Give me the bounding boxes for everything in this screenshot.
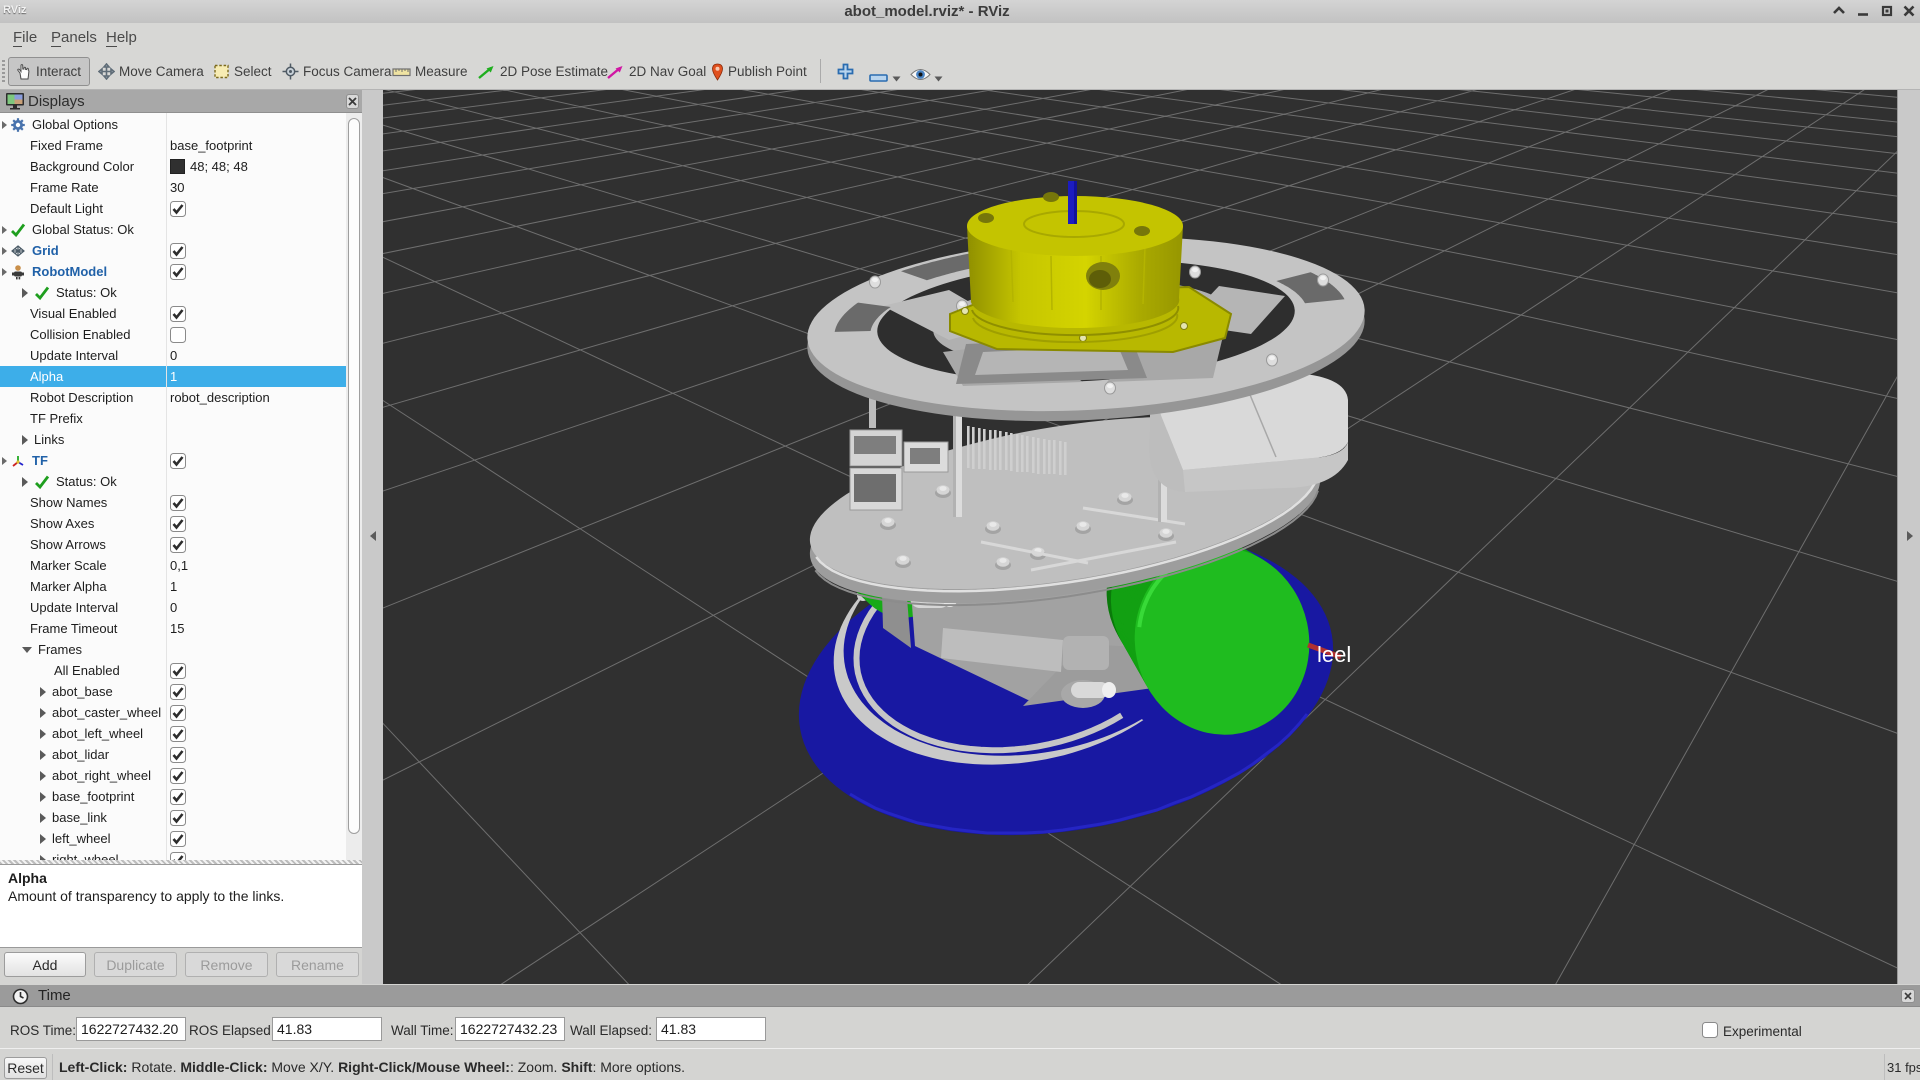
svg-text:leel: leel — [1317, 642, 1351, 667]
